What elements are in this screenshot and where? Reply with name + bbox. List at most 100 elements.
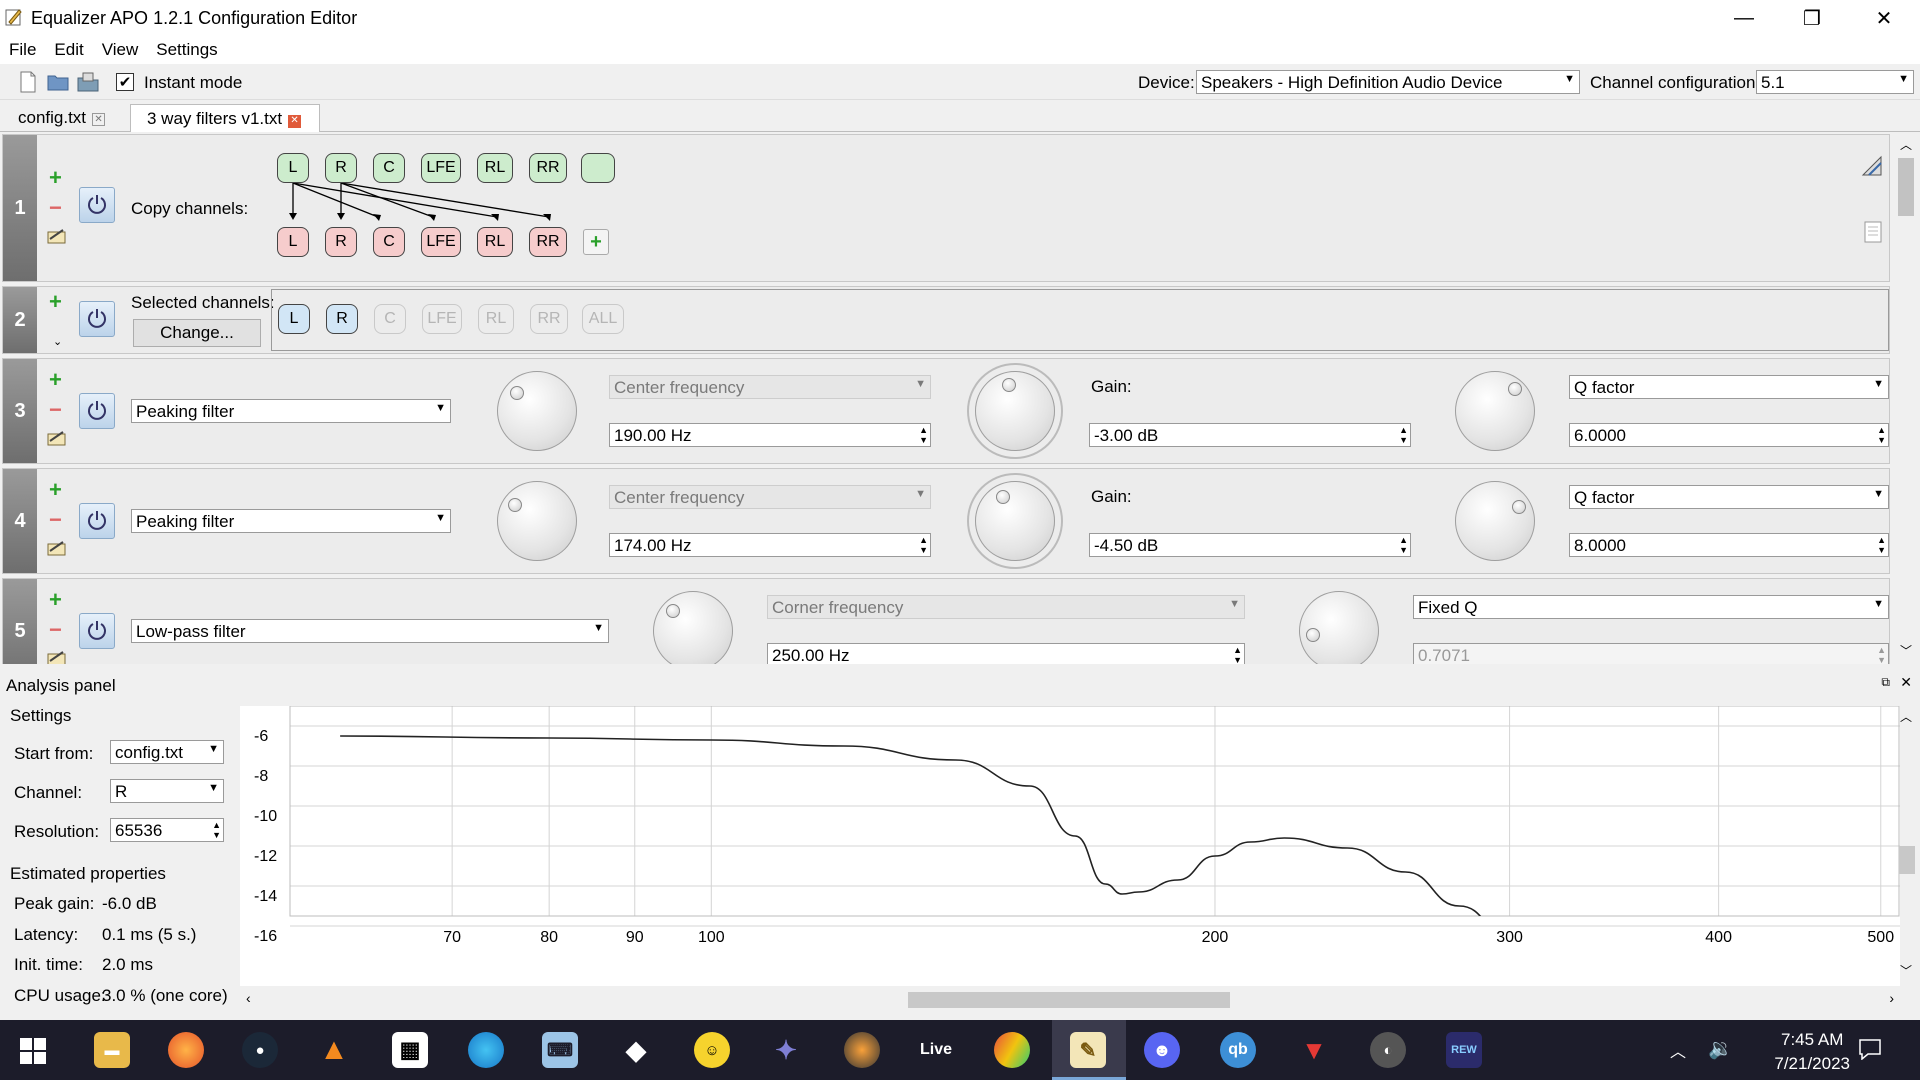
menu-view[interactable]: View — [93, 36, 148, 64]
add-target-channel-button[interactable]: + — [583, 229, 609, 255]
remove-filter-icon[interactable]: − — [49, 197, 62, 219]
q-knob[interactable] — [1455, 481, 1535, 561]
channel-rl[interactable]: RL — [478, 304, 514, 334]
frequency-response-plot[interactable]: 70 80 90 100 200 300 400 500 -6 -8 -10 -12 -14 -16 — [240, 706, 1900, 986]
resolution-input[interactable]: 65536 ▲ ▼ — [110, 818, 224, 842]
audio-app-icon[interactable]: ◐ — [1370, 1032, 1406, 1068]
source-channel-lfe[interactable]: LFE — [421, 153, 461, 183]
chevron-down-icon[interactable]: ﹀ — [1900, 642, 1912, 659]
add-filter-icon[interactable]: + — [49, 369, 62, 391]
edit-icon[interactable] — [47, 649, 67, 664]
start-from-select[interactable]: config.txt ▼ — [110, 740, 224, 764]
minimize-button[interactable]: — — [1710, 0, 1778, 36]
q-input[interactable]: 6.0000 ▲ ▼ — [1569, 423, 1889, 447]
spin-arrows-icon[interactable]: ▲ ▼ — [1877, 425, 1886, 445]
q-knob[interactable] — [1299, 591, 1379, 664]
channel-select[interactable]: R ▼ — [110, 779, 224, 803]
frequency-knob[interactable] — [497, 481, 577, 561]
rew-icon[interactable]: REW — [1446, 1032, 1482, 1068]
system-clock[interactable]: 7:45 AM 7/21/2023 — [1774, 1028, 1850, 1076]
remove-filter-icon[interactable]: − — [49, 509, 62, 531]
q-input[interactable]: 8.0000 ▲ ▼ — [1569, 533, 1889, 557]
globe-app-icon[interactable] — [994, 1032, 1030, 1068]
chevron-left-icon[interactable]: ‹ — [246, 990, 251, 1006]
steam-icon[interactable]: ● — [242, 1032, 278, 1068]
tab-config[interactable]: config.txt ✕ — [2, 104, 128, 132]
fl-studio-icon[interactable] — [844, 1032, 880, 1068]
ableton-live-icon[interactable]: Live — [918, 1032, 954, 1068]
target-channel-l[interactable]: L — [277, 227, 309, 257]
spin-arrows-icon[interactable]: ▲ ▼ — [212, 820, 221, 840]
power-icon[interactable] — [79, 187, 115, 223]
power-icon[interactable] — [79, 503, 115, 539]
target-channel-c[interactable]: C — [373, 227, 405, 257]
discord-icon[interactable]: ☻ — [1144, 1032, 1180, 1068]
notes-icon[interactable] — [1863, 221, 1883, 243]
q-mode-select[interactable]: Q factor ▼ — [1569, 485, 1889, 509]
channel-config-select[interactable]: 5.1 ▼ — [1756, 70, 1914, 94]
vlc-icon[interactable]: ▲ — [316, 1032, 352, 1068]
frequency-knob[interactable] — [497, 371, 577, 451]
add-filter-icon[interactable]: + — [49, 479, 62, 501]
q-knob[interactable] — [1455, 371, 1535, 451]
chevron-right-icon[interactable]: › — [1889, 990, 1894, 1006]
spin-arrows-icon[interactable]: ▲ ▼ — [919, 535, 928, 555]
power-icon[interactable] — [79, 301, 115, 337]
gain-input[interactable]: -3.00 dB ▲ ▼ — [1089, 423, 1411, 447]
source-channel-l[interactable]: L — [277, 153, 309, 183]
menu-edit[interactable]: Edit — [45, 36, 92, 64]
winrar-icon[interactable]: ▼ — [1296, 1032, 1332, 1068]
source-channel-rl[interactable]: RL — [477, 153, 513, 183]
channel-lfe[interactable]: LFE — [422, 304, 462, 334]
add-filter-icon[interactable]: + — [49, 589, 62, 611]
plot-vertical-scrollbar[interactable]: ︿ ﹀ — [1894, 706, 1920, 986]
frequency-input[interactable]: 174.00 Hz ▲ ▼ — [609, 533, 931, 557]
scrollbar-thumb[interactable] — [1898, 158, 1914, 216]
file-explorer-icon[interactable]: ▬ — [94, 1032, 130, 1068]
q-mode-select[interactable]: Fixed Q ▼ — [1413, 595, 1889, 619]
cyberghost-icon[interactable]: ☺ — [694, 1032, 730, 1068]
equalizer-apo-taskbar-icon[interactable]: ✎ — [1070, 1032, 1106, 1068]
target-channel-rr[interactable]: RR — [529, 227, 567, 257]
menu-settings[interactable]: Settings — [147, 36, 226, 64]
expand-icon[interactable]: ⌄ — [53, 335, 62, 348]
gain-knob[interactable] — [975, 371, 1055, 451]
close-button[interactable]: ✕ — [1850, 0, 1918, 36]
close-icon[interactable]: ✕ — [288, 115, 302, 128]
gain-input[interactable]: -4.50 dB ▲ ▼ — [1089, 533, 1411, 557]
firefox-icon[interactable] — [168, 1032, 204, 1068]
frequency-input[interactable]: 250.00 Hz ▲ ▼ — [767, 643, 1245, 664]
calculator-icon[interactable]: ▦ — [392, 1032, 428, 1068]
power-icon[interactable] — [79, 613, 115, 649]
frequency-input[interactable]: 190.00 Hz ▲ ▼ — [609, 423, 931, 447]
channel-c[interactable]: C — [374, 304, 406, 334]
edit-icon[interactable] — [47, 227, 67, 245]
spin-arrows-icon[interactable]: ▲ ▼ — [1877, 535, 1886, 555]
remove-filter-icon[interactable]: − — [49, 399, 62, 421]
q-mode-select[interactable]: Q factor ▼ — [1569, 375, 1889, 399]
source-channel-r[interactable]: R — [325, 153, 357, 183]
spin-arrows-icon[interactable]: ▲ ▼ — [1399, 425, 1408, 445]
fox-icon[interactable]: ◆ — [618, 1032, 654, 1068]
filter-type-select[interactable]: Peaking filter ▼ — [131, 509, 451, 533]
source-channel-rr[interactable]: RR — [529, 153, 567, 183]
chevron-up-icon[interactable]: ︿ — [1670, 1038, 1686, 1062]
spin-arrows-icon[interactable]: ▲ ▼ — [919, 425, 928, 445]
save-file-icon[interactable] — [76, 70, 100, 94]
plot-horizontal-scrollbar[interactable]: ‹ › — [240, 988, 1900, 1010]
gain-knob[interactable] — [975, 481, 1055, 561]
new-file-icon[interactable] — [16, 70, 40, 94]
float-panel-icon[interactable]: ⧉ — [1881, 675, 1890, 690]
keyboard-icon[interactable]: ⌨ — [542, 1032, 578, 1068]
edge-icon[interactable] — [468, 1032, 504, 1068]
chevron-up-icon[interactable]: ︿ — [1900, 136, 1912, 153]
filter-type-select[interactable]: Low-pass filter ▼ — [131, 619, 609, 643]
source-channel-empty[interactable] — [581, 153, 615, 183]
bird-icon[interactable]: ✦ — [768, 1032, 804, 1068]
target-channel-r[interactable]: R — [325, 227, 357, 257]
qbittorrent-icon[interactable]: qb — [1220, 1032, 1256, 1068]
pin-icon[interactable] — [1861, 155, 1885, 177]
channel-rr[interactable]: RR — [530, 304, 568, 334]
edit-icon[interactable] — [47, 539, 67, 557]
windows-start-icon[interactable] — [20, 1038, 46, 1064]
